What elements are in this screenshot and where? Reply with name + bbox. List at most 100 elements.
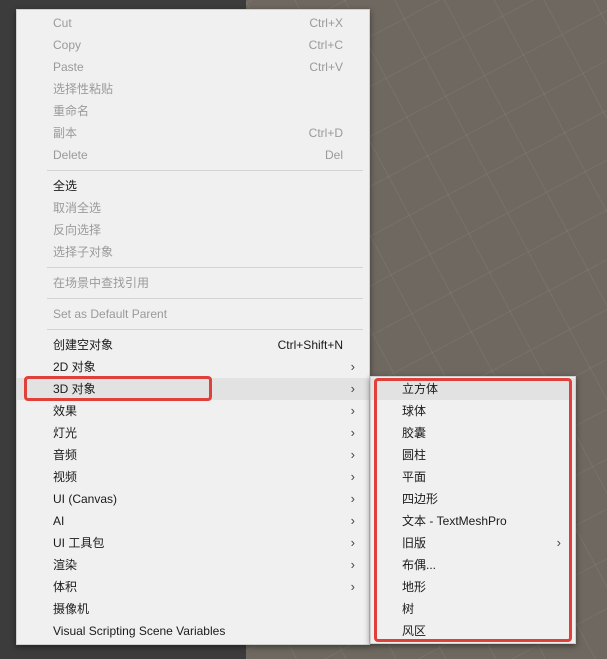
menu-item-deselect-all[interactable]: 取消全选 <box>17 197 369 219</box>
menu-item-set-default-parent[interactable]: Set as Default Parent <box>17 303 369 325</box>
menu-item-label: 立方体 <box>402 382 439 396</box>
chevron-right-icon: › <box>350 535 355 550</box>
menu-item-label: 体积 <box>53 580 78 594</box>
menu-item-label: 重命名 <box>53 104 90 118</box>
menu-item-label: 全选 <box>53 179 78 193</box>
menu-item-duplicate[interactable]: 副本 Ctrl+D <box>17 122 369 144</box>
menu-item-volume[interactable]: 体积 › <box>17 576 369 598</box>
chevron-right-icon: › <box>556 535 561 550</box>
menu-item-label: 灯光 <box>53 426 78 440</box>
menu-item-label: 渲染 <box>53 558 78 572</box>
chevron-right-icon: › <box>350 557 355 572</box>
menu-item-label: 圆柱 <box>402 448 427 462</box>
menu-item-label: UI (Canvas) <box>53 492 118 506</box>
menu-item-create-empty[interactable]: 创建空对象 Ctrl+Shift+N <box>17 334 369 356</box>
submenu-item-cylinder[interactable]: 圆柱 <box>371 444 575 466</box>
submenu-item-text-textmeshpro[interactable]: 文本 - TextMeshPro <box>371 510 575 532</box>
menu-item-label: UI 工具包 <box>53 536 105 550</box>
menu-item-label: 平面 <box>402 470 427 484</box>
menu-item-shortcut: Ctrl+V <box>309 60 343 74</box>
menu-item-paste-special[interactable]: 选择性粘贴 <box>17 78 369 100</box>
submenu-3d-object: 立方体 球体 胶囊 圆柱 平面 四边形 文本 - TextMeshPro 旧版 ›… <box>370 376 576 644</box>
menu-item-shortcut: Ctrl+D <box>308 126 343 140</box>
menu-item-rename[interactable]: 重命名 <box>17 100 369 122</box>
menu-item-label: 副本 <box>53 126 78 140</box>
menu-item-label: Copy <box>53 38 82 52</box>
chevron-right-icon: › <box>350 425 355 440</box>
menu-item-cut[interactable]: Cut Ctrl+X <box>17 12 369 34</box>
menu-item-label: 2D 对象 <box>53 360 96 374</box>
menu-item-visual-scripting-scene-variables[interactable]: Visual Scripting Scene Variables <box>17 620 369 642</box>
context-menu: Cut Ctrl+X Copy Ctrl+C Paste Ctrl+V 选择性粘贴 重… <box>16 9 370 645</box>
menu-item-3d-object[interactable]: 3D 对象 › <box>17 378 369 400</box>
menu-item-label: 音频 <box>53 448 78 462</box>
menu-separator <box>47 298 363 299</box>
menu-item-label: 3D 对象 <box>53 382 96 396</box>
menu-item-shortcut: Ctrl+X <box>309 16 343 30</box>
menu-separator <box>47 170 363 171</box>
menu-item-copy[interactable]: Copy Ctrl+C <box>17 34 369 56</box>
menu-item-light[interactable]: 灯光 › <box>17 422 369 444</box>
submenu-item-ragdoll[interactable]: 布偶... <box>371 554 575 576</box>
menu-item-label: 在场景中查找引用 <box>53 276 150 290</box>
chevron-right-icon: › <box>350 359 355 374</box>
menu-item-label: 取消全选 <box>53 201 102 215</box>
menu-item-label: 球体 <box>402 404 427 418</box>
chevron-right-icon: › <box>350 447 355 462</box>
menu-item-shortcut: Del <box>324 148 343 162</box>
chevron-right-icon: › <box>350 469 355 484</box>
chevron-right-icon: › <box>350 381 355 396</box>
submenu-item-legacy[interactable]: 旧版 › <box>371 532 575 554</box>
menu-item-shortcut: Ctrl+C <box>308 38 343 52</box>
menu-item-label: Visual Scripting Scene Variables <box>53 624 226 638</box>
menu-item-label: 反向选择 <box>53 223 102 237</box>
menu-item-label: Set as Default Parent <box>53 307 168 321</box>
menu-item-label: AI <box>53 514 65 528</box>
chevron-right-icon: › <box>350 579 355 594</box>
menu-item-video[interactable]: 视频 › <box>17 466 369 488</box>
menu-item-invert-selection[interactable]: 反向选择 <box>17 219 369 241</box>
menu-item-label: Paste <box>53 60 84 74</box>
menu-item-shortcut: Ctrl+Shift+N <box>277 338 343 352</box>
menu-item-effects[interactable]: 效果 › <box>17 400 369 422</box>
menu-item-ui-canvas[interactable]: UI (Canvas) › <box>17 488 369 510</box>
menu-item-label: Delete <box>53 148 88 162</box>
menu-item-select-children[interactable]: 选择子对象 <box>17 241 369 263</box>
menu-item-label: 风区 <box>402 624 427 638</box>
menu-item-label: 地形 <box>402 580 427 594</box>
menu-item-label: 选择性粘贴 <box>53 82 114 96</box>
menu-separator <box>47 329 363 330</box>
menu-item-audio[interactable]: 音频 › <box>17 444 369 466</box>
chevron-right-icon: › <box>350 513 355 528</box>
menu-item-label: 摄像机 <box>53 602 90 616</box>
submenu-item-quad[interactable]: 四边形 <box>371 488 575 510</box>
menu-item-label: 胶囊 <box>402 426 427 440</box>
menu-item-label: 创建空对象 <box>53 338 114 352</box>
menu-item-camera[interactable]: 摄像机 <box>17 598 369 620</box>
chevron-right-icon: › <box>350 491 355 506</box>
menu-item-paste[interactable]: Paste Ctrl+V <box>17 56 369 78</box>
submenu-item-plane[interactable]: 平面 <box>371 466 575 488</box>
menu-item-label: 布偶... <box>402 558 437 572</box>
menu-item-delete[interactable]: Delete Del <box>17 144 369 166</box>
menu-item-find-references[interactable]: 在场景中查找引用 <box>17 272 369 294</box>
menu-item-ui-toolkit[interactable]: UI 工具包 › <box>17 532 369 554</box>
menu-item-label: 四边形 <box>402 492 439 506</box>
submenu-item-tree[interactable]: 树 <box>371 598 575 620</box>
submenu-item-wind-zone[interactable]: 风区 <box>371 620 575 642</box>
menu-item-label: 选择子对象 <box>53 245 114 259</box>
menu-item-select-all[interactable]: 全选 <box>17 175 369 197</box>
submenu-item-cube[interactable]: 立方体 <box>371 378 575 400</box>
submenu-item-capsule[interactable]: 胶囊 <box>371 422 575 444</box>
menu-item-label: 效果 <box>53 404 78 418</box>
menu-separator <box>47 267 363 268</box>
submenu-item-sphere[interactable]: 球体 <box>371 400 575 422</box>
menu-item-2d-object[interactable]: 2D 对象 › <box>17 356 369 378</box>
chevron-right-icon: › <box>350 403 355 418</box>
menu-item-label: Cut <box>53 16 72 30</box>
menu-item-label: 旧版 <box>402 536 427 550</box>
menu-item-rendering[interactable]: 渲染 › <box>17 554 369 576</box>
submenu-item-terrain[interactable]: 地形 <box>371 576 575 598</box>
menu-item-ai[interactable]: AI › <box>17 510 369 532</box>
menu-item-label: 文本 - TextMeshPro <box>402 514 507 528</box>
